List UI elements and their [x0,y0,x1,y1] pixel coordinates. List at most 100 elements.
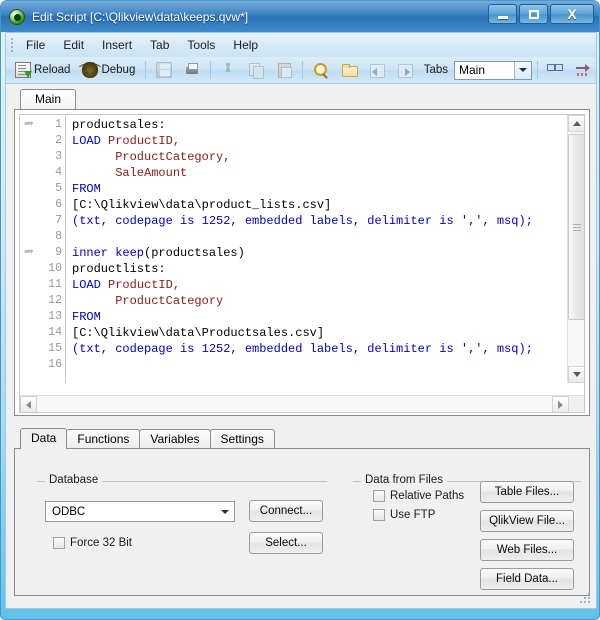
line-number: 15 [48,342,62,355]
code-line[interactable]: productlists: [72,261,568,277]
scroll-right-button[interactable] [552,396,569,412]
use-ftp-checkbox[interactable] [373,509,385,521]
qlikview-file-button[interactable]: QlikView File... [480,510,574,532]
redo-button[interactable] [392,59,418,81]
line-number: 3 [55,150,62,163]
open-button[interactable] [336,59,362,81]
menu-item-tools[interactable]: Tools [178,35,224,55]
menu-item-help[interactable]: Help [224,35,267,55]
code-area[interactable]: ➦ ➦ 1 2 3 4 5 6 7 8 9 10 11 12 13 14 15 16 productsales… [20,115,568,383]
code-token: inner keep [72,246,145,260]
database-type-value: ODBC [52,505,86,518]
folder-open-icon [341,62,358,78]
menu-item-insert[interactable]: Insert [93,35,141,55]
relative-paths-checkbox[interactable] [373,490,385,502]
line-number: 1 [55,118,62,131]
print-icon [184,62,200,78]
chevron-down-icon[interactable] [513,61,531,79]
menu-grip-handle[interactable] [8,36,15,54]
save-button[interactable] [151,59,177,81]
line-number: 14 [48,326,62,339]
code-line[interactable] [72,357,568,373]
data-tab-content: Database ODBC Force 32 Bit Connect... Se… [14,448,590,596]
connect-button[interactable]: Connect... [249,500,323,522]
bookmark-gutter[interactable]: ➦ ➦ [20,115,40,383]
code-line[interactable]: SaleAmount [72,165,568,181]
title-bar[interactable]: Edit Script [C:\Qlikview\data\keeps.qvw*… [1,1,599,32]
force-32-bit-checkbox[interactable] [53,537,65,549]
relative-paths-row[interactable]: Relative Paths [373,490,464,502]
tabs-combo-box[interactable]: Main [454,60,532,80]
code-text[interactable]: productsales: LOAD ProductID, ProductCate… [66,115,568,383]
chevron-down-icon[interactable] [216,503,233,520]
field-data-button[interactable]: Field Data... [480,568,574,590]
tab-data[interactable]: Data [20,428,68,449]
script-tab-main[interactable]: Main [20,89,77,110]
code-line[interactable]: ProductCategory [72,293,568,309]
find-button[interactable] [308,59,334,81]
code-token: productsales: [72,118,166,132]
code-line[interactable]: [C:\Qlikview\data\product_lists.csv] [72,197,568,213]
script-editor-inner: ➦ ➦ 1 2 3 4 5 6 7 8 9 10 11 12 13 14 15 16 productsales… [19,114,585,413]
select-button[interactable]: Select... [249,532,323,554]
reload-button[interactable]: Reload [10,59,75,81]
table-structure-button[interactable] [542,59,568,81]
debug-button[interactable]: Debug [77,59,140,81]
code-line[interactable] [72,229,568,245]
reload-icon [15,62,32,78]
use-ftp-row[interactable]: Use FTP [373,509,435,521]
maximize-button[interactable] [519,4,548,24]
resize-grip[interactable] [580,593,593,606]
menu-item-tab[interactable]: Tab [141,35,178,55]
close-button[interactable]: X [550,4,594,24]
scroll-left-button[interactable] [20,396,37,412]
code-line[interactable]: LOAD ProductID, [72,277,568,293]
web-files-button[interactable]: Web Files... [480,539,574,561]
code-line[interactable]: [C:\Qlikview\data\Productsales.csv] [72,325,568,341]
pin-icon: ➦ [24,116,35,130]
data-from-files-group-label: Data from Files [361,474,447,486]
code-line[interactable]: FROM [72,309,568,325]
edit-script-window: Edit Script [C:\Qlikview\data\keeps.qvw*… [0,0,600,620]
undo-button[interactable] [364,59,390,81]
bottom-tab-strip: Data Functions Variables Settings [14,428,590,449]
tabs-label: Tabs [423,64,448,76]
use-ftp-label: Use FTP [390,509,436,521]
code-line[interactable]: LOAD ProductID, [72,133,568,149]
table-files-button[interactable]: Table Files... [480,481,574,503]
cut-button[interactable] [215,59,241,81]
code-line[interactable]: ProductCategory, [72,149,568,165]
database-type-combo[interactable]: ODBC [45,501,235,522]
line-number: 4 [55,166,62,179]
tab-variables[interactable]: Variables [139,429,211,449]
code-line[interactable]: (txt, codepage is 1252, embedded labels,… [72,213,568,229]
vertical-scroll-thumb[interactable] [568,134,584,320]
line-number: 10 [48,262,62,275]
line-number: 16 [48,358,62,371]
print-button[interactable] [179,59,205,81]
minimize-button[interactable] [488,4,517,24]
menu-item-file[interactable]: File [17,35,54,55]
scroll-up-button[interactable] [568,115,584,132]
tab-settings[interactable]: Settings [209,429,275,449]
menu-item-edit[interactable]: Edit [54,35,93,55]
line-number: 11 [48,278,62,291]
goto-button[interactable] [570,59,596,81]
code-token: FROM [72,182,101,196]
tab-functions[interactable]: Functions [66,429,141,449]
script-editor-pane: Main ➦ ➦ 1 2 3 4 5 6 7 8 9 10 11 12 13 14 15 16 product… [14,88,590,416]
line-number: 13 [48,310,62,323]
code-line[interactable]: (txt, codepage is 1252, embedded labels,… [72,341,568,357]
copy-button[interactable] [243,59,269,81]
code-line[interactable]: FROM [72,181,568,197]
redo-arrow-icon [397,62,413,78]
force-32-bit-row[interactable]: Force 32 Bit [53,537,132,549]
code-line[interactable]: productsales: [72,117,568,133]
code-line[interactable]: inner keep(productsales) [72,245,568,261]
code-token: (txt, codepage is 1252, embedded labels,… [72,342,533,356]
line-number: 7 [55,214,62,227]
editor-horizontal-scrollbar[interactable] [20,395,584,412]
paste-button[interactable] [271,59,297,81]
editor-vertical-scrollbar[interactable] [567,115,584,383]
scroll-down-button[interactable] [568,366,584,383]
